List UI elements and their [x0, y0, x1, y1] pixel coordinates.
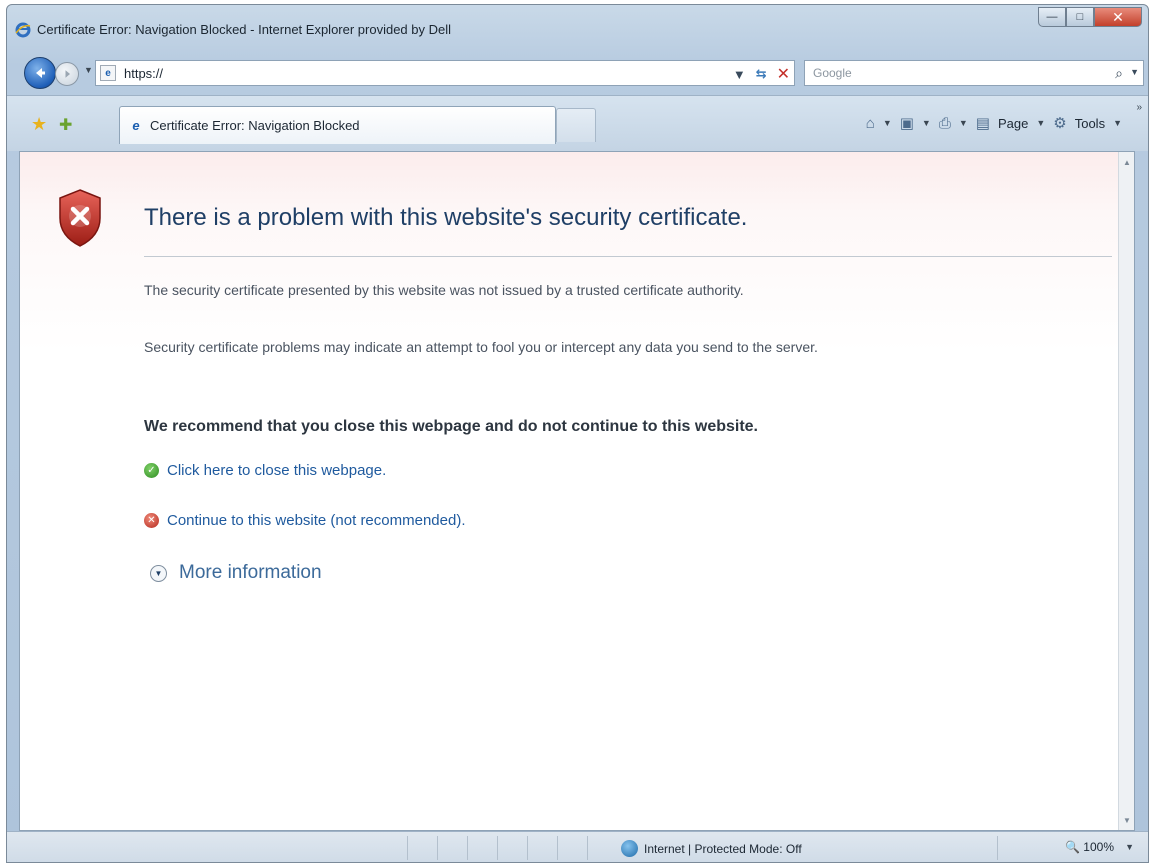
search-options-dropdown[interactable]: ▼ — [1130, 67, 1139, 77]
check-shield-icon: ✓ — [144, 463, 159, 478]
minimize-button[interactable]: — — [1038, 7, 1066, 27]
status-divider — [997, 836, 998, 860]
close-webpage-label[interactable]: Click here to close this webpage. — [167, 462, 386, 479]
title-bar: Certificate Error: Navigation Blocked - … — [7, 5, 1148, 51]
tab-label: Certificate Error: Navigation Blocked — [150, 118, 360, 133]
close-webpage-link[interactable]: ✓ Click here to close this webpage. — [144, 462, 386, 479]
status-divider — [587, 836, 588, 860]
stop-icon[interactable]: ✕ — [777, 64, 790, 84]
close-icon: ✕ — [1112, 9, 1124, 25]
page-dropdown[interactable]: ▼ — [1036, 118, 1045, 128]
print-icon[interactable]: ⎙ — [939, 115, 951, 132]
page-icon: e — [100, 65, 116, 81]
add-favorite-icon[interactable]: ✚ — [59, 115, 72, 135]
tools-gear-icon: ⚙ — [1053, 115, 1067, 132]
recent-pages-dropdown[interactable]: ▼ — [84, 65, 93, 75]
recommendation-text: We recommend that you close this webpage… — [144, 418, 758, 435]
address-input[interactable]: https:// — [124, 66, 163, 81]
scroll-up-icon[interactable]: ▲ — [1119, 154, 1135, 170]
forward-button[interactable] — [55, 62, 79, 86]
more-information-label[interactable]: More information — [179, 562, 322, 584]
issuer-warning-text: The security certificate presented by th… — [144, 282, 744, 298]
page-title: There is a problem with this website's s… — [144, 204, 748, 231]
feeds-icon[interactable]: ▣ — [900, 114, 914, 132]
ie-tab-icon: e — [132, 118, 140, 133]
zoom-value: 100% — [1083, 840, 1114, 854]
security-zone-label: Internet | Protected Mode: Off — [644, 841, 802, 856]
zoom-icon: 🔍 — [1065, 840, 1080, 854]
status-bar: Internet | Protected Mode: Off 🔍 100% ▼ — [7, 831, 1148, 862]
continue-website-label[interactable]: Continue to this website (not recommende… — [167, 512, 465, 529]
divider — [144, 256, 1112, 257]
refresh-icon[interactable]: ⇆ — [756, 66, 767, 82]
page-content: There is a problem with this website's s… — [19, 151, 1135, 831]
tools-dropdown[interactable]: ▼ — [1113, 118, 1122, 128]
zoom-level[interactable]: 🔍 100% — [1065, 840, 1114, 854]
new-tab-button[interactable] — [556, 108, 596, 142]
tab-certificate-error[interactable]: e Certificate Error: Navigation Blocked — [119, 106, 556, 144]
favorites-star-icon[interactable]: ★ — [31, 114, 47, 135]
expand-chevron-icon: ▼ — [150, 564, 167, 582]
back-button[interactable] — [24, 57, 56, 89]
page-menu-icon: ▤ — [975, 115, 990, 132]
browser-window: Certificate Error: Navigation Blocked - … — [6, 4, 1149, 863]
page-menu-button[interactable]: Page — [998, 116, 1028, 131]
globe-icon — [621, 840, 638, 857]
toolbar-commands: ⌂ ▼ ▣ ▼ ⎙ ▼ ▤ Page ▼ ⚙ Tools ▼ — [866, 114, 1122, 133]
address-dropdown[interactable]: ▼ — [733, 67, 746, 82]
maximize-icon: □ — [1076, 10, 1084, 23]
continue-website-link[interactable]: ✕ Continue to this website (not recommen… — [144, 512, 465, 529]
window-title: Certificate Error: Navigation Blocked - … — [37, 22, 452, 37]
more-information-toggle[interactable]: ▼ More information — [150, 562, 322, 584]
status-divider — [407, 836, 408, 860]
command-bar: ★ ✚ e Certificate Error: Navigation Bloc… — [7, 95, 1148, 151]
back-arrow-icon — [36, 68, 45, 78]
home-dropdown[interactable]: ▼ — [883, 118, 892, 128]
forward-arrow-icon — [65, 70, 70, 78]
vertical-scrollbar[interactable]: ▲ ▼ — [1118, 152, 1134, 830]
security-zone[interactable]: Internet | Protected Mode: Off — [621, 840, 802, 857]
address-bar[interactable]: e https:// ▼ ⇆ ✕ — [95, 60, 795, 86]
chevron-icon[interactable]: » — [1136, 102, 1142, 113]
scroll-down-icon[interactable]: ▼ — [1119, 812, 1135, 828]
status-divider — [527, 836, 528, 860]
navigation-bar: ▼ e https:// ▼ ⇆ ✕ Google ⌕ ▼ — [7, 53, 1148, 93]
risk-explanation-text: Security certificate problems may indica… — [144, 339, 818, 355]
search-input[interactable]: Google — [813, 66, 852, 80]
home-icon[interactable]: ⌂ — [866, 115, 875, 132]
status-divider — [557, 836, 558, 860]
status-divider — [437, 836, 438, 860]
error-shield-icon — [59, 189, 101, 247]
zoom-dropdown[interactable]: ▼ — [1125, 842, 1134, 852]
feeds-dropdown[interactable]: ▼ — [922, 118, 931, 128]
tools-menu-button[interactable]: Tools — [1075, 116, 1105, 131]
print-dropdown[interactable]: ▼ — [959, 118, 968, 128]
address-controls: ▼ ⇆ ✕ — [733, 64, 790, 84]
window-controls: — □ ✕ — [1038, 7, 1142, 27]
search-icon[interactable]: ⌕ — [1115, 65, 1123, 82]
ie-logo-icon — [15, 22, 31, 38]
status-divider — [467, 836, 468, 860]
maximize-button[interactable]: □ — [1066, 7, 1094, 27]
status-divider — [497, 836, 498, 860]
search-box[interactable]: Google ⌕ ▼ — [804, 60, 1144, 86]
close-window-button[interactable]: ✕ — [1094, 7, 1142, 27]
minimize-icon: — — [1046, 10, 1058, 23]
x-shield-icon: ✕ — [144, 513, 159, 528]
